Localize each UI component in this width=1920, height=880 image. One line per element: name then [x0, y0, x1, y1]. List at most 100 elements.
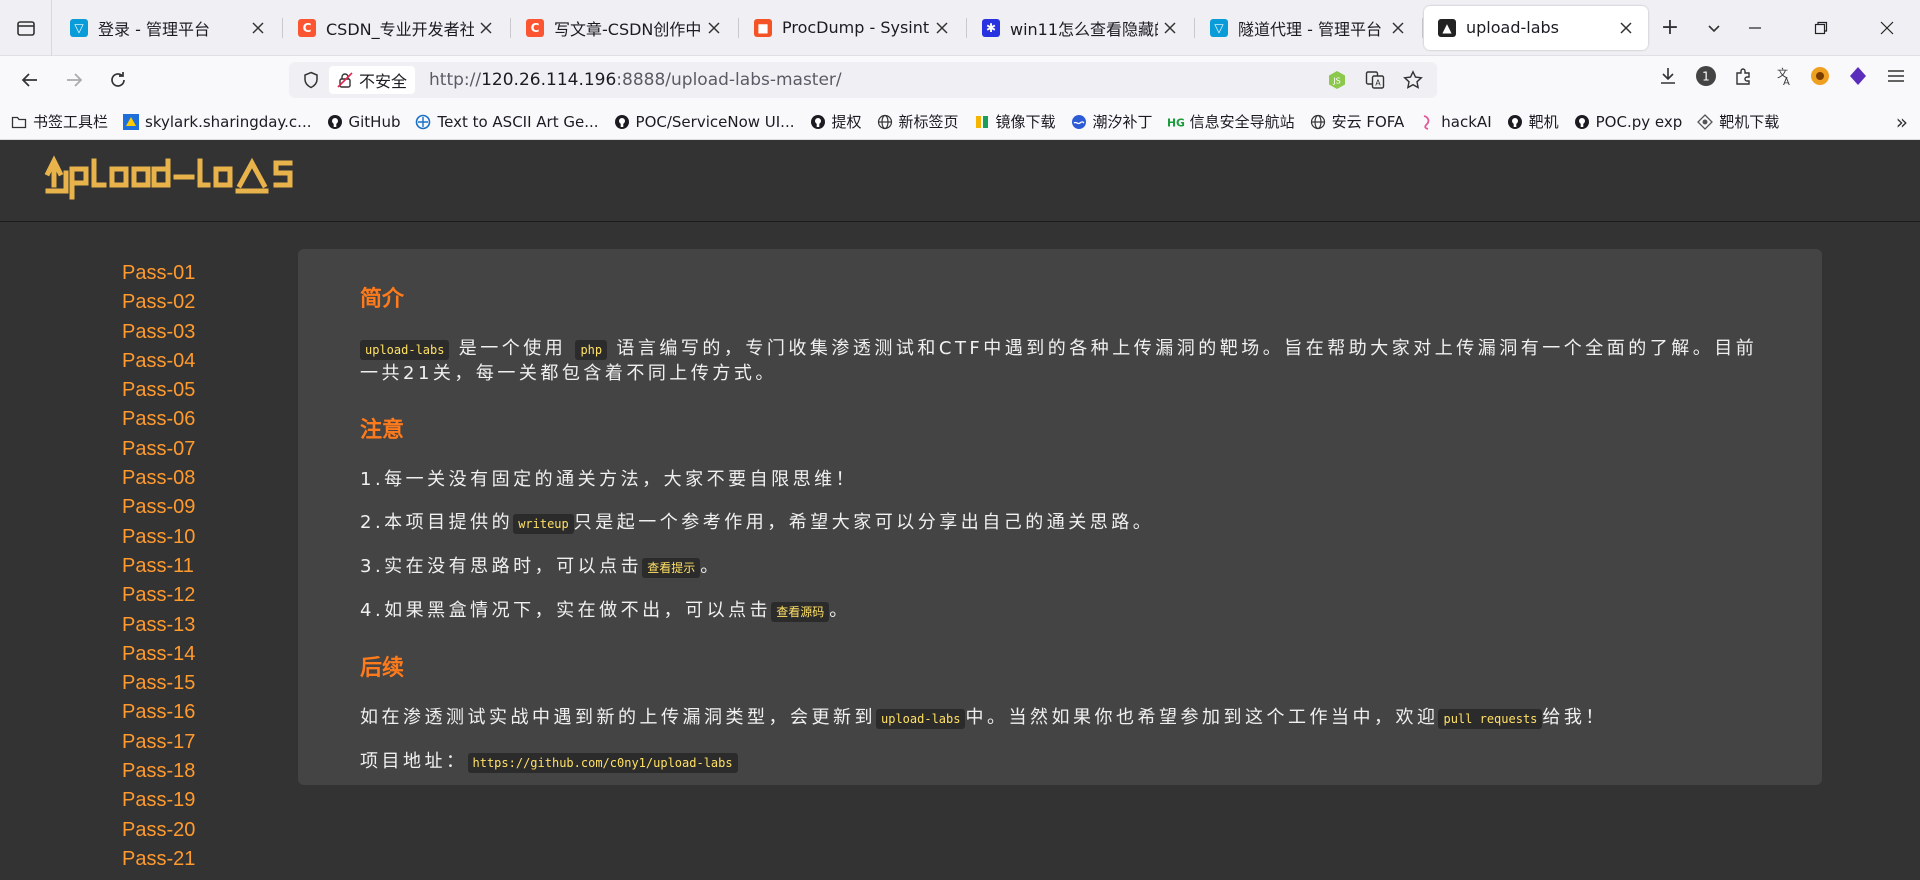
tab-close-button[interactable] — [702, 16, 726, 40]
url-host: 120.26.114.196 — [481, 70, 617, 90]
sidebar-item-pass-02[interactable]: Pass-02 — [122, 288, 195, 317]
url-text[interactable]: http://120.26.114.196:8888/upload-labs-m… — [429, 70, 842, 90]
tab-close-button[interactable] — [474, 16, 498, 40]
view-hint-button[interactable]: 查看提示 — [642, 558, 701, 578]
bookmark-12[interactable]: hackAI — [1418, 113, 1492, 131]
sidebar-item-pass-08[interactable]: Pass-08 — [122, 464, 195, 493]
insecure-label: 不安全 — [359, 72, 408, 91]
connection-insecure-button[interactable]: 不安全 — [329, 66, 416, 94]
sidebar-item-pass-13[interactable]: Pass-13 — [122, 611, 195, 640]
translate-button[interactable]: A — [1361, 66, 1389, 94]
purple-extension-button[interactable] — [1844, 62, 1872, 90]
minimize-button[interactable] — [1722, 0, 1788, 56]
sidebar-item-pass-05[interactable]: Pass-05 — [122, 376, 195, 405]
forward-button[interactable] — [56, 62, 92, 98]
tab-close-button[interactable] — [930, 16, 954, 40]
sidebar-item-pass-09[interactable]: Pass-09 — [122, 493, 195, 522]
bookmark-14[interactable]: POC.py exp — [1573, 113, 1682, 131]
bookmark-4[interactable]: Text to ASCII Art Ge... — [414, 112, 599, 131]
close-window-button[interactable] — [1854, 0, 1920, 56]
bookmark-10[interactable]: HG 信息安全导航站 — [1167, 111, 1295, 132]
tab-4[interactable]: ■ ProcDump - Sysinternals — [740, 6, 967, 50]
new-tab-button[interactable]: + — [1648, 6, 1692, 50]
bookmark-2[interactable]: skylark.sharingday.c... — [122, 112, 312, 131]
bookmark-label: Text to ASCII Art Ge... — [437, 112, 599, 131]
bookmark-label: skylark.sharingday.c... — [145, 112, 312, 131]
sidebar-item-pass-18[interactable]: Pass-18 — [122, 757, 195, 786]
tracking-protection-button[interactable] — [297, 66, 325, 94]
sidebar-item-pass-03[interactable]: Pass-03 — [122, 318, 195, 347]
sidebar-item-pass-04[interactable]: Pass-04 — [122, 347, 195, 376]
url-bar[interactable]: 不安全 http://120.26.114.196:8888/upload-la… — [289, 62, 1437, 98]
svg-text:A: A — [1375, 79, 1381, 88]
upload-labs-logo — [44, 154, 293, 199]
view-source-button[interactable]: 查看源码 — [771, 602, 830, 622]
arrow-right-icon — [67, 73, 83, 87]
sidebar-item-pass-07[interactable]: Pass-07 — [122, 435, 195, 464]
puzzle-icon — [1736, 68, 1750, 85]
tab-6[interactable]: ▽ 隧道代理 - 管理平台 — [1196, 6, 1423, 50]
bookmark-8[interactable]: 镜像下载 — [973, 111, 1056, 132]
bookmark-1[interactable]: 书签工具栏 — [10, 111, 108, 132]
bookmark-label: 安云 FOFA — [1331, 113, 1405, 131]
sidebar-item-pass-01[interactable]: Pass-01 — [122, 259, 195, 288]
reload-button[interactable] — [100, 62, 136, 98]
restore-button[interactable] — [1788, 0, 1854, 56]
bookmark-3[interactable]: GitHub — [326, 113, 400, 131]
extensions-button[interactable] — [1730, 62, 1758, 90]
app-menu-button[interactable] — [1882, 62, 1910, 90]
sidebar-item-pass-19[interactable]: Pass-19 — [122, 786, 195, 815]
bookmark-6[interactable]: 提权 — [809, 111, 862, 132]
sidebar-item-pass-20[interactable]: Pass-20 — [122, 816, 195, 845]
tab-close-button[interactable] — [246, 16, 270, 40]
project-github-link[interactable]: https://github.com/c0ny1/upload-labs — [467, 753, 738, 773]
sidebar-item-pass-15[interactable]: Pass-15 — [122, 669, 195, 698]
tab-title: CSDN_专业开发者社区 — [326, 19, 474, 39]
sidebar-item-pass-06[interactable]: Pass-06 — [122, 405, 195, 434]
bookmark-5[interactable]: POC/ServiceNow UI... — [613, 113, 795, 131]
bookmark-11[interactable]: 安云 FOFA — [1309, 111, 1405, 132]
sidebar-item-pass-10[interactable]: Pass-10 — [122, 523, 195, 552]
tab-5[interactable]: ✱ win11怎么查看隐藏的文件 — [968, 6, 1195, 50]
sidebar-item-pass-21[interactable]: Pass-21 — [122, 845, 195, 874]
notes-title: 注意 — [360, 418, 405, 443]
sidebar-item-pass-17[interactable]: Pass-17 — [122, 728, 195, 757]
bookmark-15[interactable]: 靶机下载 — [1696, 111, 1779, 132]
tab-close-button[interactable] — [1158, 16, 1182, 40]
followup-text-a: 如在渗透测试实战中遇到新的上传漏洞类型，会更新到 — [360, 707, 876, 728]
bookmark-7[interactable]: 新标签页 — [876, 111, 959, 132]
password-manager-button[interactable]: 1 — [1692, 62, 1720, 90]
back-button[interactable] — [12, 62, 48, 98]
site-logo[interactable] — [44, 151, 334, 212]
site-header — [0, 141, 1920, 222]
tab-close-button[interactable] — [1614, 16, 1638, 40]
tab-favicon-icon: C — [298, 18, 316, 37]
sidebar-item-pass-14[interactable]: Pass-14 — [122, 640, 195, 669]
tab-favicon-icon: C — [526, 18, 544, 37]
bookmarks-overflow-button[interactable]: » — [1896, 110, 1908, 134]
tab-2[interactable]: C CSDN_专业开发者社区 — [284, 6, 511, 50]
tab-separator — [1194, 17, 1195, 38]
tab-3[interactable]: C 写文章-CSDN创作中心 — [512, 6, 739, 50]
extension-js-button[interactable]: JS — [1323, 66, 1351, 94]
code-pull-requests: pull requests — [1438, 709, 1543, 729]
tab-title: 写文章-CSDN创作中心 — [554, 19, 702, 39]
tab-overview-button[interactable] — [0, 0, 52, 56]
bookmark-star-button[interactable] — [1399, 66, 1427, 94]
toolbar-right: 1 文A — [1654, 62, 1910, 90]
translator-extension-button[interactable]: 文A — [1768, 62, 1796, 90]
tab-7[interactable]: ▲ upload-labs — [1424, 5, 1648, 50]
bookmark-13[interactable]: 靶机 — [1506, 111, 1559, 132]
tab-close-button[interactable] — [1386, 16, 1410, 40]
note-item-3: 3.实在没有思路时，可以点击 查看提示。 — [360, 555, 1758, 580]
sidebar-item-pass-11[interactable]: Pass-11 — [122, 552, 195, 581]
github-icon — [613, 113, 631, 131]
hackbar-extension-button[interactable] — [1806, 62, 1834, 90]
tab-1[interactable]: ▽ 登录 - 管理平台 — [56, 6, 283, 50]
sidebar-item-pass-12[interactable]: Pass-12 — [122, 581, 195, 610]
sidebar-item-pass-16[interactable]: Pass-16 — [122, 698, 195, 727]
bookmark-9[interactable]: 潮汐补丁 — [1070, 111, 1153, 132]
downloads-button[interactable] — [1654, 62, 1682, 90]
followup-text-b: 中。当然如果你也希望参加到这个工作当中，欢迎 — [965, 707, 1439, 728]
tab-separator — [738, 17, 739, 38]
